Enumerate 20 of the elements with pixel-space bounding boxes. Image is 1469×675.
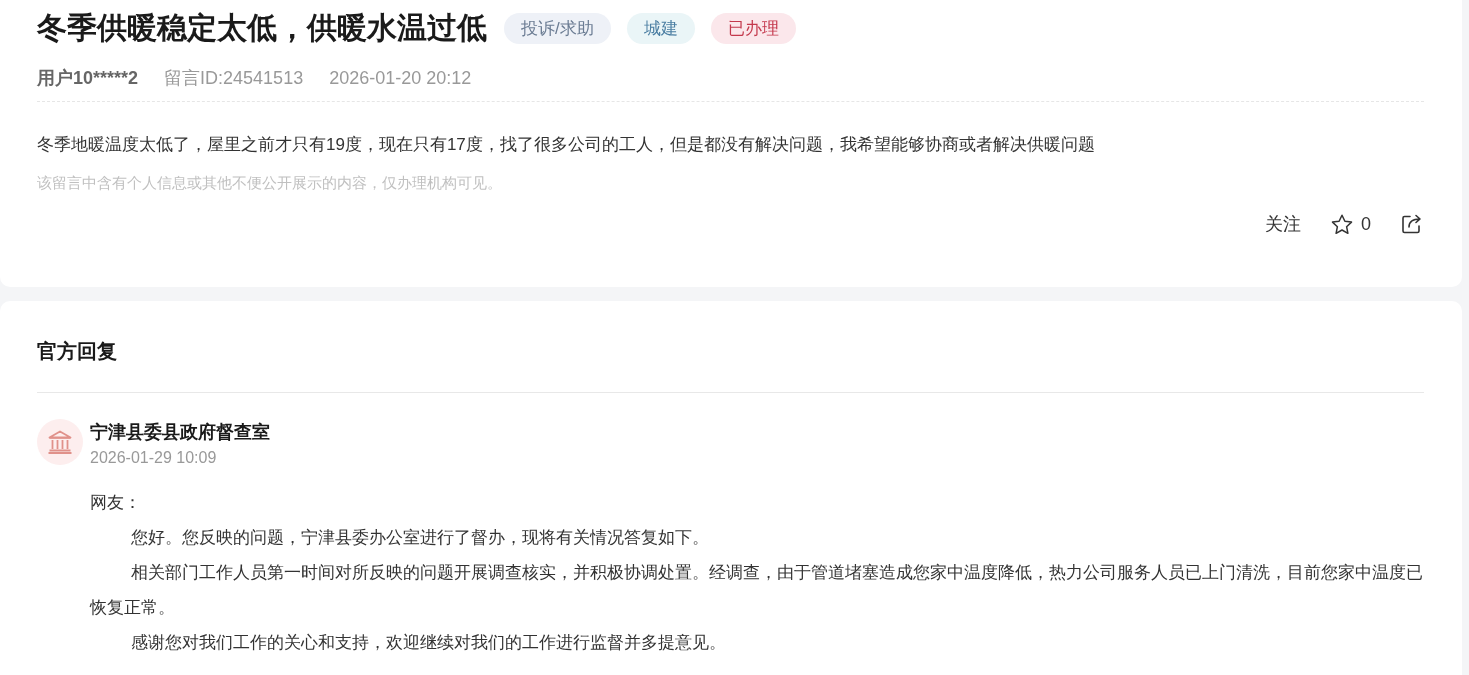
reply-paragraph: 网友： [90, 492, 142, 514]
privacy-note: 该留言中含有个人信息或其他不便公开展示的内容，仅办理机构可见。 [37, 174, 503, 193]
building-icon [37, 419, 83, 465]
reply-heading: 官方回复 [37, 339, 118, 364]
message-id: 留言ID:24541513 [164, 67, 304, 90]
follow-button[interactable]: 关注 [1265, 212, 1301, 236]
tag: 投诉/求助 [504, 12, 611, 44]
author-name: 用户10*****2 [37, 67, 139, 90]
reply-paragraph: 感谢您对我们工作的关心和支持，欢迎继续对我们的工作进行监督并多提意见。 [129, 632, 727, 654]
responder-name: 宁津县委县政府督查室 [90, 421, 270, 444]
post-time: 2026-01-20 20:12 [329, 67, 472, 89]
post-title: 冬季供暖稳定太低，供暖水温过低 [37, 10, 487, 46]
reply-time: 2026-01-29 10:09 [90, 448, 217, 468]
favorite-button[interactable]: 0 [1331, 213, 1371, 235]
share-icon[interactable] [1401, 213, 1422, 235]
post-content: 冬季地暖温度太低了，屋里之前才只有19度，现在只有17度，找了很多公司的工人，但是都没有解决问题，我希望能够协商或者解决供暖问题 [37, 134, 1096, 156]
tag: 已办理 [710, 12, 796, 44]
reply-paragraph: 您好。您反映的问题，宁津县委办公室进行了督办，现将有关情况答复如下。 [129, 527, 710, 549]
reply-paragraph: 相关部门工作人员第一时间对所反映的问题开展调查核实，并积极协调处置。经调查，由于管道堵塞造成您家中温度降低，热力公司服务人员已上门清洗，目前您家中温度已恢复正常。 [90, 562, 1424, 619]
tag: 城建 [626, 12, 695, 44]
